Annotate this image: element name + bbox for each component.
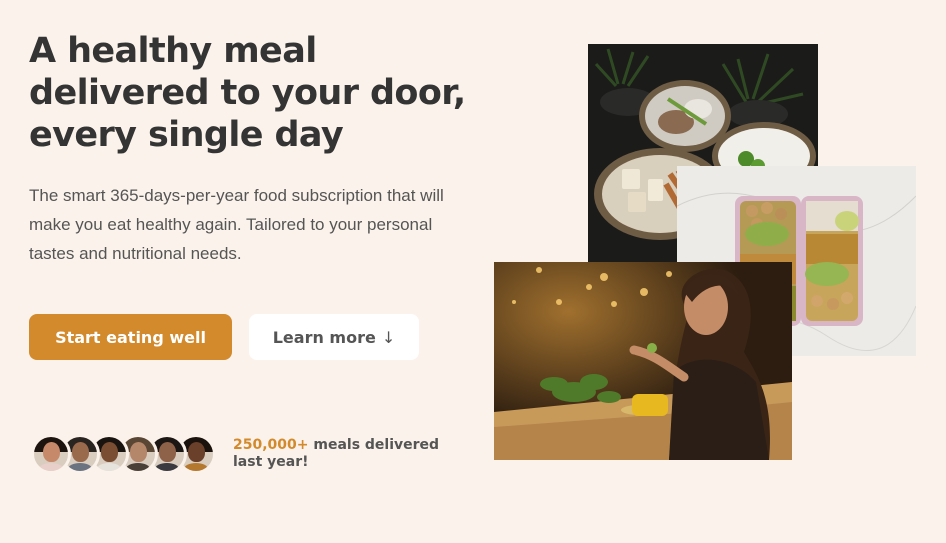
woman-eating-photo: [494, 262, 792, 460]
cta-group: Start eating well Learn more ↓: [29, 314, 419, 360]
meals-count: 250,000+: [233, 437, 309, 453]
hero-text-block: A healthy meal delivered to your door, e…: [29, 30, 469, 268]
arrow-down-icon: ↓: [381, 327, 396, 347]
hero-headline: A healthy meal delivered to your door, e…: [29, 31, 466, 155]
start-eating-well-label: Start eating well: [55, 327, 206, 347]
start-eating-well-button[interactable]: Start eating well: [29, 314, 232, 360]
social-proof: 250,000+ meals delivered last year!: [31, 434, 453, 474]
social-proof-text: 250,000+ meals delivered last year!: [233, 437, 453, 471]
learn-more-label: Learn more: [272, 327, 376, 347]
customer-avatar: [31, 434, 71, 474]
learn-more-button[interactable]: Learn more ↓: [249, 314, 419, 360]
hero-description: The smart 365-days-per-year food subscri…: [29, 186, 444, 263]
customer-avatars: [31, 434, 216, 474]
